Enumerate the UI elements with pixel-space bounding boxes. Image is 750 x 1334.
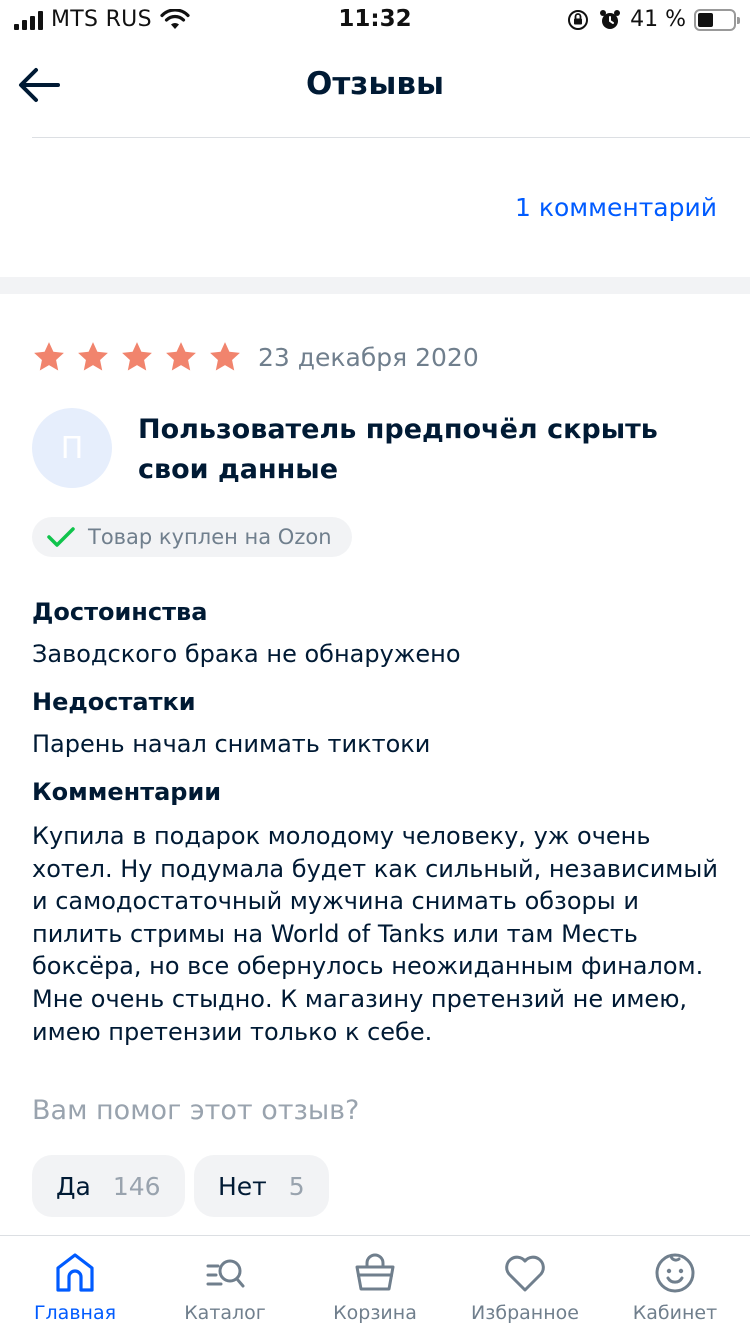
vote-yes-label: Да xyxy=(56,1171,91,1201)
heart-icon xyxy=(505,1255,545,1292)
review-rating-row: 23 декабря 2020 xyxy=(32,340,479,374)
check-icon xyxy=(47,527,75,547)
comment-text: Купила в подарок молодому человеку, уж о… xyxy=(32,822,718,1046)
comment-title: Комментарии xyxy=(32,778,222,806)
tab-catalog[interactable]: Каталог xyxy=(150,1250,300,1324)
star-icon xyxy=(210,342,240,371)
tab-basket[interactable]: Корзина xyxy=(300,1250,450,1324)
tab-profile[interactable]: Кабинет xyxy=(600,1250,750,1324)
vote-yes-button[interactable]: Да 146 xyxy=(32,1155,185,1217)
tab-bar: Главная Каталог Корзина Избранное Кабине… xyxy=(0,1235,750,1334)
orientation-lock-icon xyxy=(568,9,589,30)
vote-no-button[interactable]: Нет 5 xyxy=(194,1155,329,1217)
rating-stars xyxy=(32,340,242,374)
status-bar: MTS RUS 11:32 41 % xyxy=(0,0,750,42)
purchase-badge-label: Товар куплен на Ozon xyxy=(88,525,332,549)
star-icon xyxy=(122,342,152,371)
cons-title: Недостатки xyxy=(32,688,196,716)
vote-yes-count: 146 xyxy=(112,1171,161,1201)
vote-no-label: Нет xyxy=(218,1171,267,1201)
review-author: П Пользователь предпочёл скрыть свои дан… xyxy=(32,408,658,490)
tab-favorites-label: Избранное xyxy=(471,1302,579,1324)
vote-no-count: 5 xyxy=(288,1171,305,1201)
star-icon xyxy=(78,342,108,371)
smiley-icon xyxy=(655,1253,695,1293)
purchase-verified-badge: Товар куплен на Ozon xyxy=(32,517,352,557)
nav-header: Отзывы xyxy=(0,42,750,138)
tab-catalog-label: Каталог xyxy=(184,1302,266,1324)
catalog-search-icon xyxy=(206,1259,245,1288)
star-icon xyxy=(166,342,196,371)
author-name: Пользователь предпочёл скрыть свои данны… xyxy=(138,414,658,485)
comments-link[interactable]: 1 комментарий xyxy=(515,193,717,222)
home-icon xyxy=(56,1253,94,1292)
cons-text: Парень начал снимать тиктоки xyxy=(32,730,431,758)
battery-icon xyxy=(694,8,740,31)
alarm-icon xyxy=(600,9,621,29)
header-divider xyxy=(32,137,750,138)
tab-basket-label: Корзина xyxy=(333,1302,417,1324)
page-title: Отзывы xyxy=(305,66,445,102)
tab-profile-label: Кабинет xyxy=(632,1302,718,1324)
helpful-question: Вам помог этот отзыв? xyxy=(32,1095,360,1126)
battery-percent: 41 % xyxy=(630,7,686,32)
tab-home-label: Главная xyxy=(33,1302,117,1324)
pros-text: Заводского брака не обнаружено xyxy=(32,640,461,668)
tab-home[interactable]: Главная xyxy=(0,1250,150,1324)
star-icon xyxy=(34,342,64,371)
tab-favorites[interactable]: Избранное xyxy=(450,1250,600,1324)
basket-icon xyxy=(355,1253,395,1291)
reviews-screen: MTS RUS 11:32 41 % Отзывы 1 комментарий … xyxy=(0,0,750,1334)
section-separator xyxy=(0,277,750,294)
review-date: 23 декабря 2020 xyxy=(258,342,479,372)
avatar: П xyxy=(32,408,112,488)
pros-title: Достоинства xyxy=(32,598,208,626)
